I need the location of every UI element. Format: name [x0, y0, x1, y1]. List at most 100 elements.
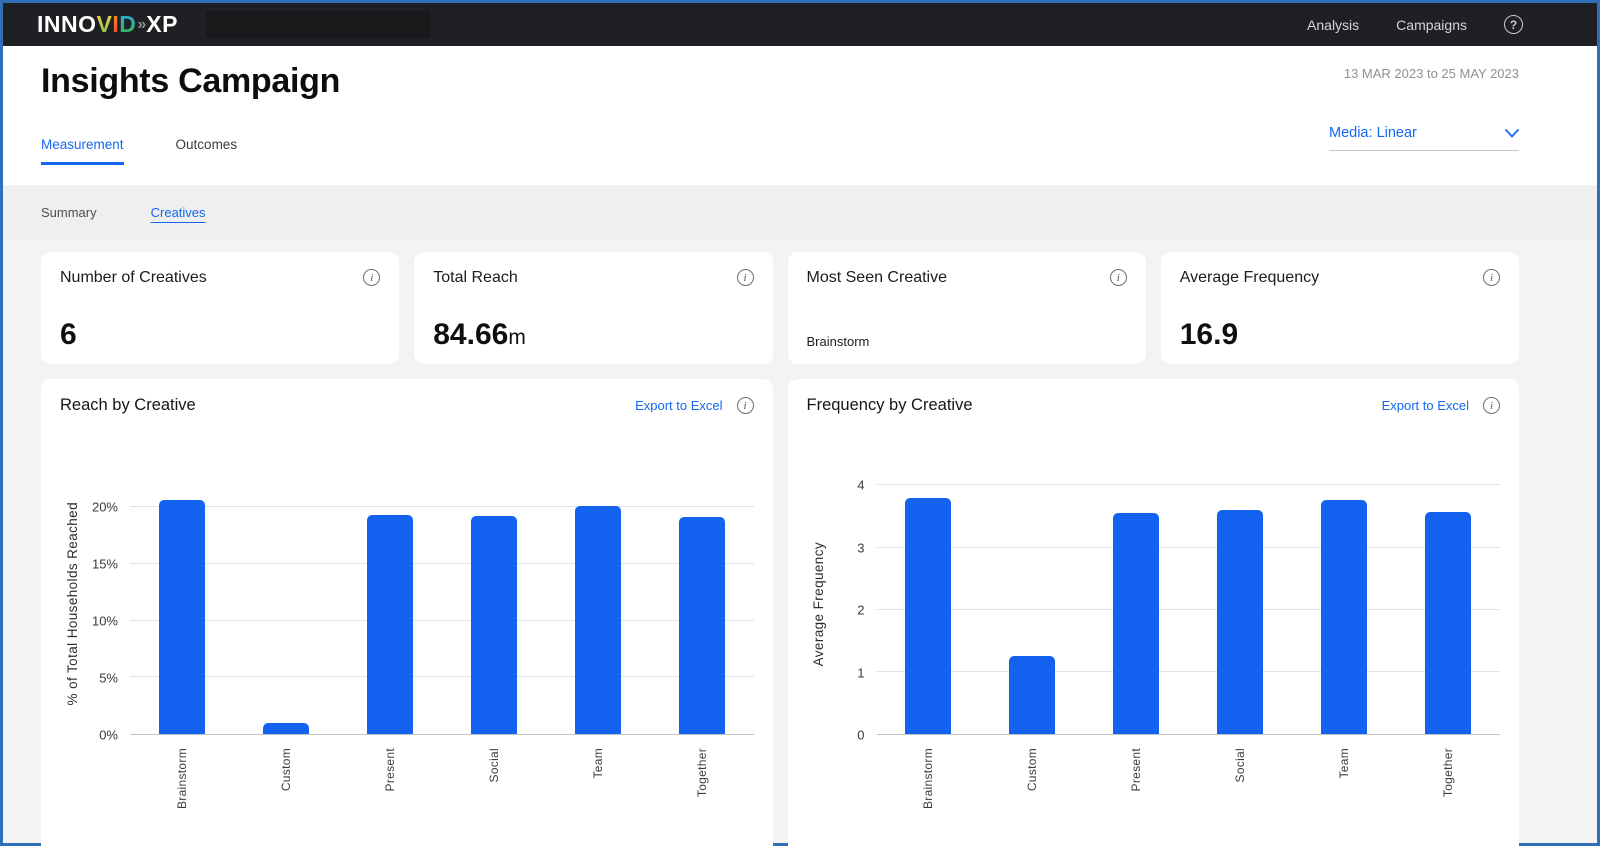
tab-outcomes[interactable]: Outcomes — [176, 137, 238, 165]
bar-column — [980, 473, 1084, 734]
subtab-summary[interactable]: Summary — [41, 205, 97, 220]
x-axis-labels: Brainstorm Custom Present Social Team Togethe… — [877, 735, 1501, 830]
kpi-title: Total Reach — [433, 269, 518, 286]
bar-column — [442, 473, 546, 734]
bar-column — [338, 473, 442, 734]
kpi-title: Most Seen Creative — [806, 269, 948, 286]
help-icon[interactable]: ? — [1504, 15, 1523, 34]
chevron-down-icon — [1505, 128, 1519, 137]
tab-measurement[interactable]: Measurement — [41, 137, 124, 165]
bar-together[interactable] — [1425, 511, 1472, 734]
bar-social[interactable] — [470, 516, 517, 734]
bar-brainstorm[interactable] — [158, 500, 205, 734]
x-label-column: Together — [1396, 748, 1500, 830]
x-label-column: Together — [650, 748, 754, 830]
date-range: 13 MAR 2023 to 25 MAY 2023 — [1343, 66, 1519, 81]
info-icon[interactable]: i — [363, 269, 381, 286]
main-tabs: Measurement Outcomes — [41, 137, 237, 165]
nav-link-campaigns[interactable]: Campaigns — [1396, 17, 1467, 33]
kpi-value: 84.66m — [433, 318, 526, 351]
y-tick-label: 0 — [857, 727, 865, 743]
y-tick-label: 0% — [99, 727, 118, 743]
x-label-column: Present — [338, 748, 442, 830]
bar-team[interactable] — [1321, 499, 1368, 734]
page-title: Insights Campaign — [41, 62, 341, 100]
bar-team[interactable] — [574, 505, 621, 734]
plot-area — [876, 473, 1500, 735]
export-to-excel-link[interactable]: Export to Excel — [1382, 398, 1469, 413]
y-tick-label: 3 — [857, 540, 865, 556]
info-icon[interactable]: i — [1483, 269, 1500, 286]
info-icon[interactable]: i — [736, 269, 754, 286]
x-label-column: Social — [1188, 748, 1292, 830]
bar-chart-reach: % of Total Households Reached 0% 5% 10% 15%… — [60, 473, 754, 830]
kpi-value: 16.9 — [1179, 318, 1239, 351]
x-label-column: Team — [1292, 748, 1396, 830]
y-axis-label: Average Frequency — [811, 541, 826, 667]
media-dropdown[interactable]: Media: Linear — [1329, 125, 1519, 151]
bar-column — [650, 473, 754, 734]
x-label-column: Team — [546, 748, 650, 830]
info-icon[interactable]: i — [1109, 269, 1127, 286]
x-tick-label: Together — [1441, 748, 1456, 798]
masked-campaign-name — [205, 11, 431, 38]
chart-title: Frequency by Creative — [806, 396, 973, 414]
kpi-value-suffix: m — [508, 326, 526, 349]
bar-brainstorm[interactable] — [905, 497, 952, 734]
bar-chart-frequency: Average Frequency 0 1 2 3 4 Brainstorm Custom… — [807, 473, 1501, 830]
x-tick-label: Present — [1129, 748, 1144, 792]
bar-column — [130, 473, 234, 734]
y-axis-label: % of Total Households Reached — [64, 502, 80, 706]
info-icon[interactable]: i — [736, 397, 754, 414]
x-tick-label: Custom — [278, 748, 293, 792]
x-label-column: Present — [1084, 748, 1188, 830]
bar-column — [546, 473, 650, 734]
bar-column — [1084, 473, 1188, 734]
x-tick-label: Brainstorm — [174, 748, 189, 810]
kpi-value: Brainstorm — [806, 334, 870, 350]
logo-text: INNO — [37, 11, 97, 37]
bar-together[interactable] — [678, 517, 725, 734]
kpi-card-average-frequency: Average Frequency i 16.9 — [1160, 252, 1519, 364]
x-tick-label: Social — [486, 748, 501, 783]
y-tick-label: 2 — [857, 602, 865, 618]
bar-social[interactable] — [1217, 510, 1264, 734]
bar-column — [1396, 473, 1500, 734]
subtab-creatives[interactable]: Creatives — [151, 205, 206, 220]
y-axis-ticks: 0% 5% 10% 15% 20% — [84, 473, 130, 742]
x-tick-label: Team — [1337, 748, 1352, 779]
main-content: Number of Creatives i 6 Total Reach i 84… — [3, 239, 1597, 846]
x-tick-label: Team — [590, 748, 605, 779]
x-tick-label: Together — [694, 748, 709, 798]
page-header: Insights Campaign 13 MAR 2023 to 25 MAY … — [3, 46, 1597, 185]
bar-custom[interactable] — [1009, 655, 1056, 734]
media-dropdown-value: Media: Linear — [1329, 125, 1417, 141]
export-to-excel-link[interactable]: Export to Excel — [635, 398, 722, 413]
bar-present[interactable] — [1113, 513, 1160, 734]
kpi-row: Number of Creatives i 6 Total Reach i 84… — [41, 252, 1519, 364]
x-label-column: Custom — [980, 748, 1084, 830]
logo-separator-icon: » — [137, 15, 146, 33]
x-label-column: Custom — [234, 748, 338, 830]
sub-tab-strip: Summary Creatives — [3, 185, 1597, 239]
x-tick-label: Present — [382, 748, 397, 792]
chart-card-frequency-by-creative: Frequency by Creative Export to Excel i … — [787, 379, 1519, 846]
kpi-card-number-of-creatives: Number of Creatives i 6 — [41, 252, 400, 364]
y-tick-label: 1 — [857, 665, 865, 681]
nav-link-analysis[interactable]: Analysis — [1307, 17, 1359, 33]
bar-present[interactable] — [366, 515, 413, 734]
y-tick-label: 20% — [91, 499, 118, 515]
kpi-title: Number of Creatives — [60, 269, 207, 286]
y-tick-label: 15% — [91, 556, 118, 572]
x-label-column: Social — [442, 748, 546, 830]
charts-row: Reach by Creative Export to Excel i % of… — [41, 379, 1519, 846]
innovid-xp-logo[interactable]: INNO V I D» XP — [37, 11, 178, 38]
chart-card-reach-by-creative: Reach by Creative Export to Excel i % of… — [41, 379, 773, 846]
bar-custom[interactable] — [262, 722, 309, 734]
x-axis-labels: Brainstorm Custom Present Social Team Togethe… — [130, 735, 754, 830]
kpi-card-most-seen-creative: Most Seen Creative i Brainstorm — [787, 252, 1146, 364]
x-label-column: Brainstorm — [877, 748, 981, 830]
kpi-title: Average Frequency — [1179, 269, 1320, 286]
info-icon[interactable]: i — [1483, 397, 1500, 414]
nav-links: Analysis Campaigns ? — [1307, 15, 1523, 34]
